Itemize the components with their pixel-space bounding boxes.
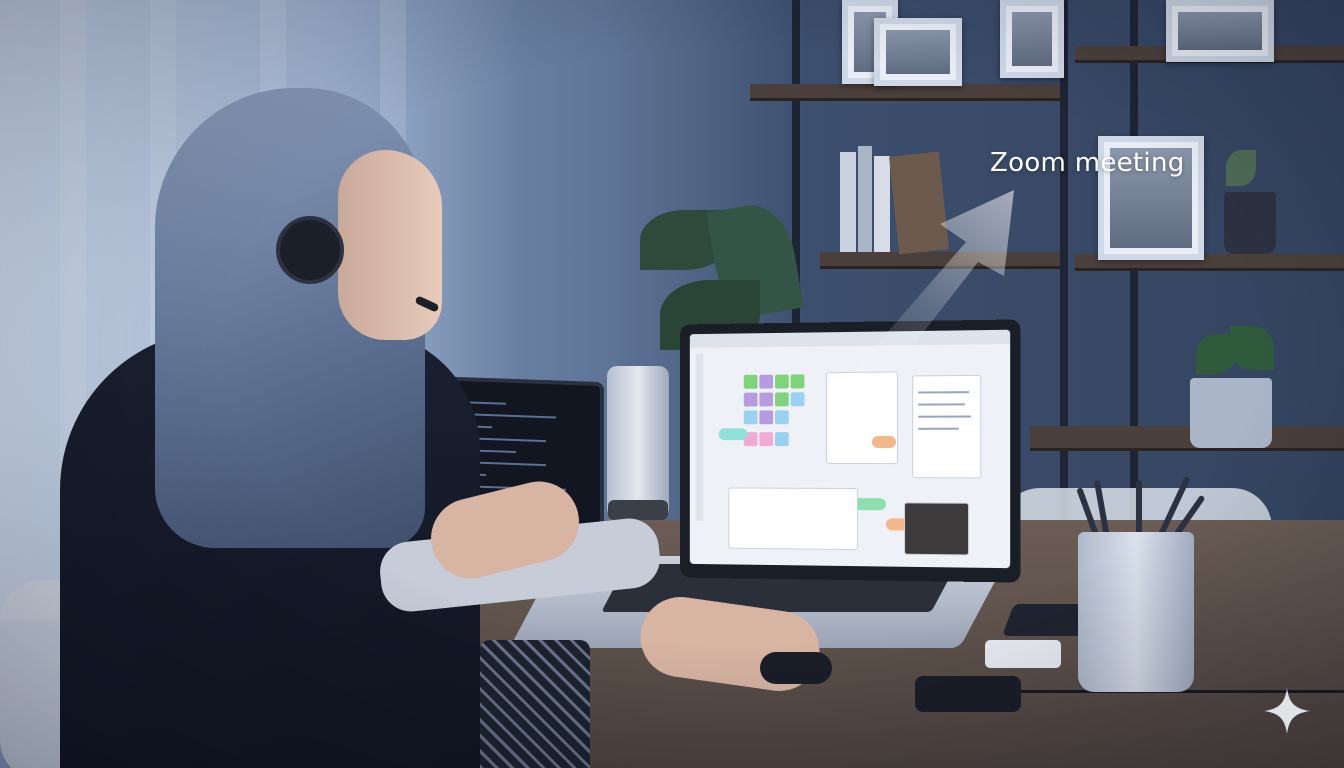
arrow-shape: [818, 190, 1014, 432]
photo-scene: Zoom meeting: [0, 0, 1344, 768]
zoom-meeting-label: Zoom meeting: [990, 148, 1185, 178]
sparkle-icon: [1262, 686, 1312, 736]
annotation-arrow: [0, 0, 1344, 768]
